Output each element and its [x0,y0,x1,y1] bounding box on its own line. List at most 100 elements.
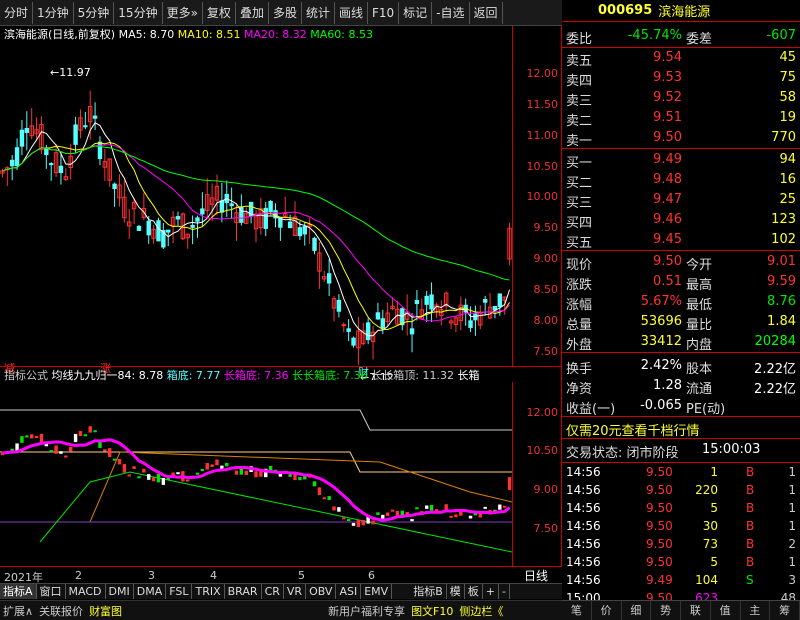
candle-body [9,159,15,167]
quote-row: 收益(一) -0.065 PE(动) [562,396,800,417]
bid-label: 买四 [566,216,593,231]
candle-body [146,220,151,236]
indicator-bar [176,472,180,475]
indicator-tab[interactable]: CR [262,584,284,599]
ask-price: 9.53 [653,70,682,85]
cc-xiangding-value: 长长箱顶: 11.32 [371,369,455,382]
detail-tabs: 笔价细势联值主筹 [562,600,800,620]
candle-body [112,183,117,190]
indicator-bar [444,504,448,510]
indicator-tab[interactable]: FSL [166,584,193,599]
stat-value: 9.59 [767,274,796,289]
candle-body [73,124,78,145]
tick-row: 14:56 9.49 104 S 3 [562,572,800,590]
indicator-bar [502,505,507,508]
indicator-bar [356,519,361,527]
toolbar-item[interactable]: 15分钟 [114,1,163,24]
indicator-tab[interactable]: VR [284,584,307,599]
tick-cell: 14:56 [566,483,601,497]
indicator-tab[interactable]: OBV [306,584,337,599]
indicator-bar [122,464,127,473]
toolbar-item[interactable]: F10 [368,1,400,24]
indicator-tab[interactable]: TRIX [192,584,225,599]
toolbar-item[interactable]: 标记 [399,1,433,24]
ask-volume: 75 [779,70,796,85]
expand-button[interactable]: 扩展∧ [0,603,36,619]
toolbar-item[interactable]: 更多» [163,1,203,24]
toolbar-item[interactable]: 分时 [0,1,34,24]
candle-body [365,322,371,341]
indicator-tab[interactable]: BRAR [225,584,262,599]
toolbar-item[interactable]: 1分钟 [33,1,74,24]
detail-tab[interactable]: 值 [711,601,741,620]
stat-value: 9.50 [653,254,682,269]
indicator-chart[interactable] [0,382,512,567]
indicator-bar [68,447,73,452]
toolbar-item[interactable]: 多股 [269,1,302,24]
price-axis-label: 11.00 [526,128,559,142]
indicator-bar [288,474,292,477]
indicator-bar [205,463,209,470]
indicator-tab[interactable]: 模 [447,584,465,599]
detail-tab[interactable]: 价 [592,601,622,620]
chart-area[interactable]: 滨海能源(日线,前复权) MA5: 8.70 MA10: 8.51 MA20: … [0,26,562,583]
detail-tab[interactable]: 笔 [562,601,592,620]
related-quote-button[interactable]: 关联报价 [36,603,86,619]
toolbar-item[interactable]: 叠加 [236,1,269,24]
indicator-name[interactable]: 指标公式 [4,369,48,382]
toolbar-item[interactable]: 5分钟 [74,1,115,24]
stat-value: 9.01 [767,254,796,269]
tick-cell: S [746,573,754,587]
stock-name: 滨海能源 [658,5,711,20]
indicator-bar [385,512,390,517]
indicator-tab[interactable]: - [499,584,510,599]
ask-volume: 770 [771,130,796,145]
indicator-axis-label: 12.00 [526,405,559,419]
quote-row: 买二 9.48 16 [562,170,800,191]
sidebar-button[interactable]: 侧边栏《 [456,603,506,619]
indicator-tab[interactable]: 板 [465,584,483,599]
toolbar-item[interactable]: 复权 [203,1,236,24]
detail-tab[interactable]: 势 [651,601,681,620]
toolbar-item[interactable]: 画线 [335,1,368,24]
indicator-tab[interactable]: DMA [134,584,167,599]
toolbar-item[interactable]: -自选 [432,1,470,24]
detail-tab[interactable]: 联 [681,601,711,620]
toolbar-item[interactable]: 返回 [470,1,503,24]
indicator-tab[interactable]: 指标B [410,584,447,599]
indicator-bar [337,507,341,512]
toolbar-item[interactable]: 统计 [302,1,335,24]
tick-cell: 14:56 [566,501,601,515]
candle-body [409,328,415,335]
divider [562,462,800,463]
portfolio-button[interactable]: 财富图 [86,603,125,619]
indicator-tab[interactable]: + [483,584,499,599]
detail-tab[interactable]: 筹 [770,601,800,620]
f10-button[interactable]: 图文F10 [408,603,456,619]
indicator-tab[interactable]: MACD [66,584,106,599]
indicator-bar [156,473,161,483]
promo-link[interactable]: 新用户福利专享 [325,603,408,619]
quote-panel: 000695 滨海能源 委比 -45.74% 委差 -607 卖五 9.54 45 卖四 9.5… [562,0,800,620]
high-annotation: ←11.97 [50,66,91,79]
indicator-bar [151,477,156,482]
tick-cell: 2 [788,537,796,551]
indicator-bar [64,455,68,458]
day-label[interactable]: 日线 [524,567,548,584]
indicator-tab[interactable]: ASI [336,584,362,599]
indicator-tab[interactable]: DMI [106,584,134,599]
quote-row: 仅需20元查看千档行情 [562,418,800,439]
candlestick-chart[interactable]: ←11.97←7.12减涨财 [0,40,512,380]
detail-tab[interactable]: 主 [741,601,771,620]
quote-row: 总量 53696 量比 1.84 [562,312,800,333]
candle-body [229,203,234,207]
indicator-bar [361,519,365,526]
bid-volume: 16 [779,172,796,187]
divider [562,148,800,149]
indicator-tab[interactable]: EMV [361,584,393,599]
indicator-bar [498,504,502,510]
indicator-tab[interactable]: 指标A [0,584,37,599]
indicator-tab[interactable]: 窗口 [37,584,66,599]
detail-tab[interactable]: 细 [622,601,652,620]
indicator-bar [147,474,151,480]
